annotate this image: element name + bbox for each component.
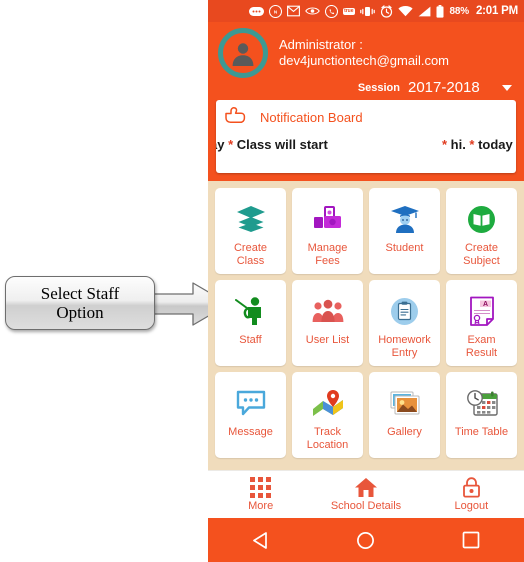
battery-icon	[436, 4, 444, 18]
session-value: 2017-2018	[408, 79, 480, 96]
tile-label: Gallery	[387, 426, 422, 438]
tile-label: Create Class	[233, 242, 268, 267]
tile-manage-fees[interactable]: Manage Fees	[292, 188, 363, 274]
nav-label: More	[248, 500, 274, 512]
news-icon: N	[269, 4, 283, 18]
bottom-navigation: More School Details Logout	[208, 470, 524, 518]
nav-label: School Details	[330, 500, 402, 512]
notification-title: Notification Board	[260, 110, 363, 125]
marquee-text-left: ay * Class will start	[216, 137, 328, 152]
tile-exam-result[interactable]: A Exam Result	[446, 280, 517, 366]
notification-section: Notification Board ay * Class will start…	[208, 100, 524, 181]
tile-gallery[interactable]: Gallery	[369, 372, 440, 458]
svg-text:N: N	[274, 9, 278, 14]
result-sheet-icon: A	[469, 294, 495, 328]
tile-label: Homework Entry	[378, 334, 431, 359]
graduate-icon	[390, 202, 420, 236]
session-label: Session	[357, 81, 400, 94]
tile-label: Create Subject	[463, 242, 500, 267]
tile-label: Student	[385, 242, 424, 254]
photos-icon	[389, 386, 421, 420]
signal-icon	[418, 6, 431, 17]
tile-student[interactable]: Student	[369, 188, 440, 274]
marquee-text-right: * hi. * today i	[441, 137, 516, 152]
nav-label: Logout	[454, 500, 489, 512]
user-info: Administrator : dev4junctiontech@gmail.c…	[279, 37, 449, 70]
back-triangle-icon[interactable]	[208, 531, 313, 550]
tile-label: Track Location	[306, 426, 349, 451]
wifi-icon	[397, 5, 413, 17]
status-bar: N true 88% 2:01 PM	[208, 0, 524, 22]
eye-icon	[305, 6, 320, 16]
notification-header: Notification Board	[216, 100, 516, 131]
map-pin-icon	[312, 386, 344, 420]
notification-card[interactable]: Notification Board ay * Class will start…	[216, 100, 516, 173]
phone-screen: N true 88% 2:01 PM Administrator: dev4j…	[208, 0, 524, 562]
tile-label: Staff	[239, 334, 262, 346]
user-role: Administrator :	[279, 36, 363, 52]
calendar-clock-icon	[466, 386, 498, 420]
tile-label: Exam Result	[465, 334, 498, 359]
user-row: Administrator : dev4junctiontech@gmail.c…	[218, 28, 514, 78]
chevron-down-icon[interactable]	[502, 84, 512, 91]
user-avatar-icon[interactable]	[218, 28, 268, 78]
lock-icon	[462, 477, 481, 498]
home-circle-icon[interactable]	[313, 531, 418, 550]
people-group-icon	[312, 294, 344, 328]
money-icon	[312, 202, 344, 236]
layers-icon	[236, 202, 266, 236]
nav-item-more[interactable]: More	[208, 477, 313, 512]
annotation-callout: Select Staff Option	[5, 276, 230, 332]
tile-label: Manage Fees	[307, 242, 348, 267]
svg-text:A: A	[482, 301, 487, 308]
session-selector[interactable]: Session 2017-2018	[218, 79, 514, 96]
truecaller-icon: true	[343, 7, 355, 15]
callout-box: Select Staff Option	[5, 276, 155, 330]
clipboard-icon	[390, 294, 419, 328]
user-email: dev4junctiontech@gmail.com	[279, 53, 450, 68]
tile-homework-entry[interactable]: Homework Entry	[369, 280, 440, 366]
tile-label: Time Table	[454, 426, 509, 438]
tile-user-list[interactable]: User List	[292, 280, 363, 366]
app-header: Administrator : dev4junctiontech@gmail.c…	[208, 22, 524, 100]
gmail-icon	[287, 5, 301, 17]
android-system-bar	[208, 518, 524, 562]
tile-label: Message	[228, 426, 273, 438]
chat-bubble-icon	[236, 386, 266, 420]
dashboard-grid: Create Class Manage Fees Student Create …	[208, 181, 524, 458]
open-book-icon	[467, 202, 496, 236]
tile-label: User List	[305, 334, 350, 346]
alarm-icon	[380, 4, 393, 18]
notification-marquee[interactable]: ay * Class will start * hi. * today i	[216, 131, 516, 173]
dots-message-icon	[249, 6, 265, 17]
vibrate-icon	[359, 6, 375, 17]
tile-time-table[interactable]: Time Table	[446, 372, 517, 458]
tile-create-class[interactable]: Create Class	[215, 188, 286, 274]
battery-percent: 88%	[449, 5, 470, 17]
nav-item-school-details[interactable]: School Details	[313, 477, 418, 512]
status-clock: 2:01 PM	[475, 5, 518, 17]
tile-create-subject[interactable]: Create Subject	[446, 188, 517, 274]
tile-message[interactable]: Message	[215, 372, 286, 458]
tile-track-location[interactable]: Track Location	[292, 372, 363, 458]
callout-label: Select Staff Option	[40, 283, 120, 322]
home-icon	[354, 477, 378, 498]
tile-staff[interactable]: Staff	[215, 280, 286, 366]
whatsapp-icon	[325, 4, 339, 18]
recents-square-icon[interactable]	[419, 531, 524, 549]
nav-item-logout[interactable]: Logout	[419, 477, 524, 512]
teacher-pointer-icon	[234, 294, 267, 328]
pointing-hand-icon	[224, 106, 246, 129]
grid-dots-icon	[250, 477, 272, 498]
